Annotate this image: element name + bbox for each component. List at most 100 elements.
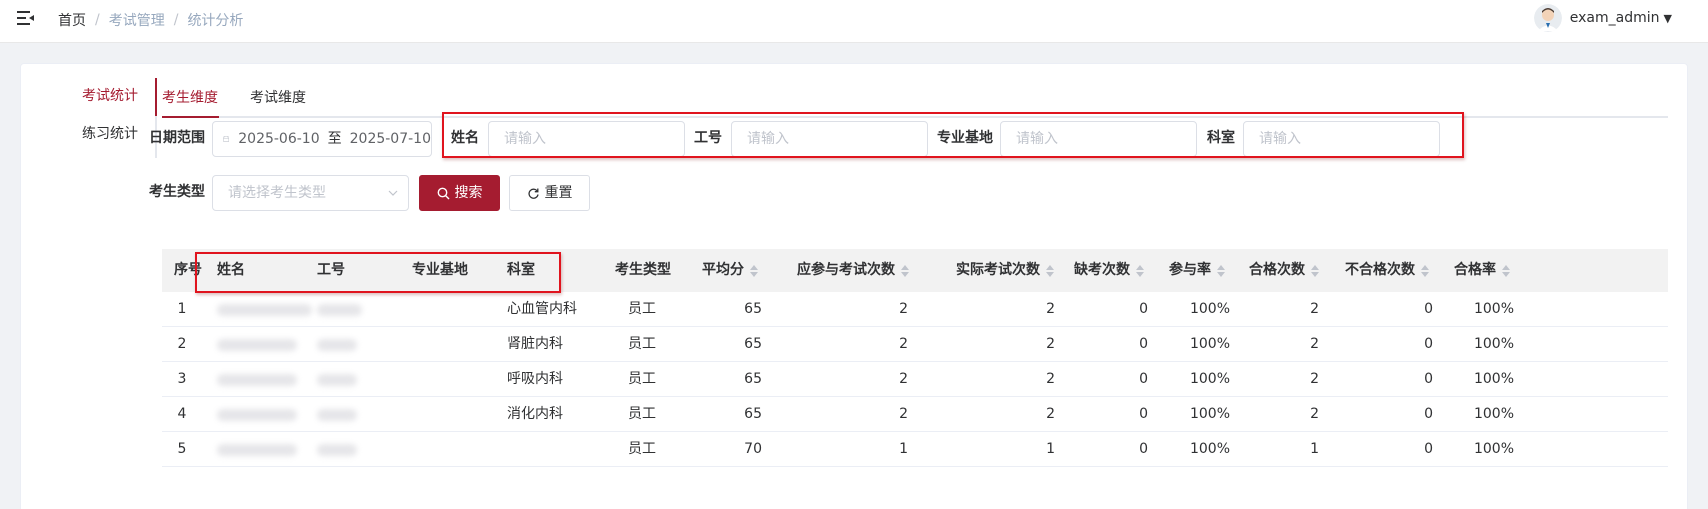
side-tab-practice-stats[interactable]: 练习统计 (59, 116, 155, 152)
sort-icon[interactable] (1421, 264, 1429, 277)
table-row: 5 员工 70 1 1 0 100% 1 0 100% (162, 432, 1668, 467)
username[interactable]: exam_admin (1570, 10, 1660, 26)
cell-participation-rate: 100% (1189, 406, 1230, 422)
side-tab-indicator (155, 78, 157, 116)
col-avg-score[interactable]: 平均分 (702, 249, 758, 292)
name-label: 姓名 (451, 130, 479, 146)
cell-fail-count: 0 (1424, 336, 1433, 352)
col-pass-count[interactable]: 合格次数 (1249, 249, 1319, 292)
col-name: 姓名 (217, 262, 245, 278)
cell-index: 3 (177, 371, 187, 387)
cell-expected-exams: 2 (899, 336, 908, 352)
cell-pass-count: 2 (1310, 406, 1319, 422)
sort-icon[interactable] (901, 264, 909, 277)
cell-absent: 0 (1139, 371, 1148, 387)
cell-department: 肾脏内科 (507, 336, 563, 352)
col-participation-rate[interactable]: 参与率 (1169, 249, 1225, 292)
cell-department: 呼吸内科 (507, 371, 563, 387)
cell-absent: 0 (1139, 336, 1148, 352)
sort-icon[interactable] (1311, 264, 1319, 277)
sort-icon[interactable] (1502, 264, 1510, 277)
cell-actual-exams: 1 (1046, 441, 1055, 457)
reset-button-label: 重置 (544, 185, 573, 201)
table-row: 3 呼吸内科 员工 65 2 2 0 100% 2 0 100% (162, 362, 1668, 397)
date-range-picker[interactable]: 2025-06-10 至 2025-07-10 (212, 121, 432, 157)
date-separator: 至 (327, 131, 342, 147)
cell-avg-score: 65 (744, 371, 762, 387)
user-menu[interactable]: exam_admin ▼ (1533, 4, 1672, 32)
col-expected-exams[interactable]: 应参与考试次数 (797, 249, 909, 292)
name-input[interactable]: 请输入 (488, 121, 685, 157)
table-row: 4 消化内科 员工 65 2 2 0 100% 2 0 100% (162, 397, 1668, 432)
employee-id-input[interactable]: 请输入 (731, 121, 928, 157)
cell-fail-count: 0 (1424, 301, 1433, 317)
tab-candidate-dimension[interactable]: 考生维度 (162, 78, 218, 118)
cell-candidate-type: 员工 (628, 301, 656, 317)
table-row: 2 肾脏内科 员工 65 2 2 0 100% 2 0 100% (162, 327, 1668, 362)
department-input[interactable]: 请输入 (1243, 121, 1440, 157)
cell-actual-exams: 2 (1046, 371, 1055, 387)
cell-pass-count: 1 (1310, 441, 1319, 457)
menu-fold-icon[interactable] (17, 10, 35, 26)
reset-button[interactable]: 重置 (509, 175, 590, 211)
refresh-icon (527, 188, 539, 199)
breadcrumb: 首页 / 考试管理 / 统计分析 (58, 10, 243, 30)
tab-exam-dimension[interactable]: 考试维度 (250, 78, 306, 118)
cell-fail-count: 0 (1424, 371, 1433, 387)
date-start[interactable]: 2025-06-10 (238, 122, 319, 156)
breadcrumb-exam-management[interactable]: 考试管理 (109, 10, 165, 30)
cell-pass-count: 2 (1310, 301, 1319, 317)
cell-avg-score: 65 (744, 301, 762, 317)
sort-icon[interactable] (750, 264, 758, 277)
cell-expected-exams: 2 (899, 301, 908, 317)
date-end[interactable]: 2025-07-10 (350, 122, 431, 156)
top-tabs: 考生维度 考试维度 (162, 78, 1668, 118)
col-actual-exams[interactable]: 实际考试次数 (956, 249, 1054, 292)
col-candidate-type: 考生类型 (615, 262, 671, 278)
search-icon (437, 187, 449, 199)
chevron-down-icon (388, 190, 398, 196)
cell-absent: 0 (1139, 301, 1148, 317)
cell-pass-rate: 100% (1473, 371, 1514, 387)
candidate-type-label: 考生类型 (149, 184, 205, 200)
cell-candidate-type: 员工 (628, 406, 656, 422)
cell-name-redacted (217, 339, 297, 351)
cell-expected-exams: 2 (899, 371, 908, 387)
sort-icon[interactable] (1136, 264, 1144, 277)
sort-icon[interactable] (1217, 264, 1225, 277)
cell-name-redacted (217, 444, 297, 456)
col-absent[interactable]: 缺考次数 (1074, 249, 1144, 292)
cell-pass-rate: 100% (1473, 336, 1514, 352)
sort-icon[interactable] (1046, 264, 1054, 277)
cell-pass-rate: 100% (1473, 301, 1514, 317)
side-tab-exam-stats[interactable]: 考试统计 (59, 78, 155, 114)
main-card: 考试统计 练习统计 考生维度 考试维度 日期范围 2025-06-10 至 20… (20, 63, 1688, 509)
cell-name-redacted (217, 409, 297, 421)
cell-avg-score: 70 (744, 441, 762, 457)
cell-candidate-type: 员工 (628, 371, 656, 387)
col-department: 科室 (507, 262, 535, 278)
candidate-type-select[interactable]: 请选择考生类型 (212, 175, 409, 211)
cell-id-redacted (317, 339, 357, 351)
col-base: 专业基地 (412, 262, 468, 278)
cell-id-redacted (317, 409, 357, 421)
table-header: 序号 姓名 工号 专业基地 科室 考生类型 平均分 应参与考试次数 实际考试次数… (162, 249, 1668, 292)
col-pass-rate[interactable]: 合格率 (1454, 249, 1510, 292)
caret-down-icon[interactable]: ▼ (1664, 12, 1672, 25)
base-label: 专业基地 (937, 130, 993, 146)
cell-name-redacted (217, 374, 297, 386)
cell-pass-count: 2 (1310, 336, 1319, 352)
side-tabs: 考试统计 练习统计 (59, 78, 157, 158)
cell-avg-score: 65 (744, 336, 762, 352)
cell-index: 2 (177, 336, 187, 352)
search-button[interactable]: 搜索 (419, 175, 500, 211)
col-fail-count[interactable]: 不合格次数 (1345, 249, 1429, 292)
cell-absent: 0 (1139, 406, 1148, 422)
cell-absent: 0 (1139, 441, 1148, 457)
cell-fail-count: 0 (1424, 406, 1433, 422)
cell-index: 5 (177, 441, 187, 457)
breadcrumb-home[interactable]: 首页 (58, 10, 86, 30)
table-row: 1 心血管内科 员工 65 2 2 0 100% 2 0 100% (162, 292, 1668, 327)
base-input[interactable]: 请输入 (1000, 121, 1197, 157)
cell-actual-exams: 2 (1046, 336, 1055, 352)
